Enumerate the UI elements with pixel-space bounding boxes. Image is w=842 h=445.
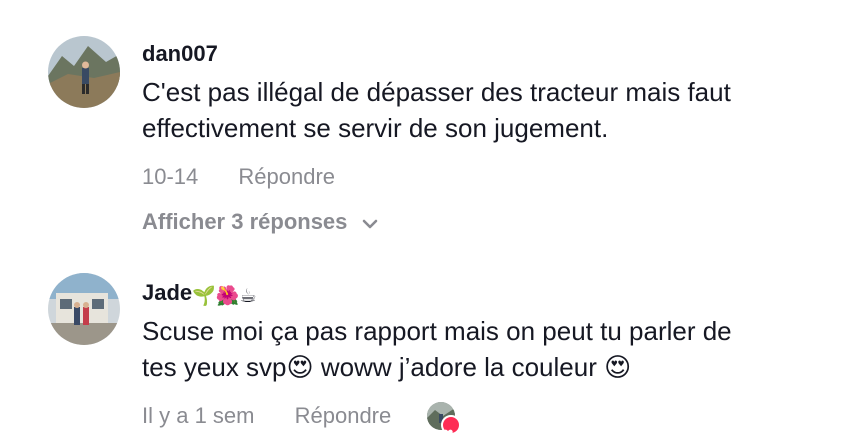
username-text[interactable]: dan007 [142, 41, 218, 66]
avatar[interactable] [48, 36, 120, 108]
reply-button[interactable]: Répondre [295, 402, 392, 430]
comment-text: C'est pas illégal de dépasser des tracte… [142, 74, 822, 146]
username[interactable]: Jade🌱🌺☕ [142, 279, 822, 307]
comment-line: C'est pas illégal de dépasser des tracte… [142, 77, 731, 107]
comment-line: effectivement se servir de son jugement. [142, 113, 609, 143]
avatar-photo-people [48, 273, 120, 345]
username-text[interactable]: Jade [142, 280, 192, 305]
avatar-photo-mountain [48, 36, 120, 108]
username-emojis: 🌱🌺☕ [192, 286, 257, 307]
creator-liked-badge [427, 402, 462, 438]
comment-text: Scuse moi ça pas rapport mais on peut tu… [142, 313, 822, 385]
username[interactable]: dan007 [142, 40, 822, 68]
chevron-down-icon[interactable] [362, 209, 378, 237]
comment-line: Scuse moi ça pas rapport mais on peut tu… [142, 316, 732, 346]
avatar[interactable] [48, 273, 120, 345]
heart-icon [441, 415, 462, 438]
view-replies-button[interactable]: Afficher 3 réponses [142, 208, 822, 237]
comment-meta: 10-14 Répondre [142, 162, 822, 190]
view-replies-label[interactable]: Afficher 3 réponses [142, 209, 347, 234]
comment-meta: Il y a 1 sem Répondre [142, 401, 822, 438]
comment-line: tes yeux svp😍 woww j’adore la couleur 😍 [142, 352, 632, 382]
timestamp: 10-14 [142, 164, 199, 190]
reply-button[interactable]: Répondre [238, 163, 335, 191]
timestamp: Il y a 1 sem [142, 403, 255, 429]
